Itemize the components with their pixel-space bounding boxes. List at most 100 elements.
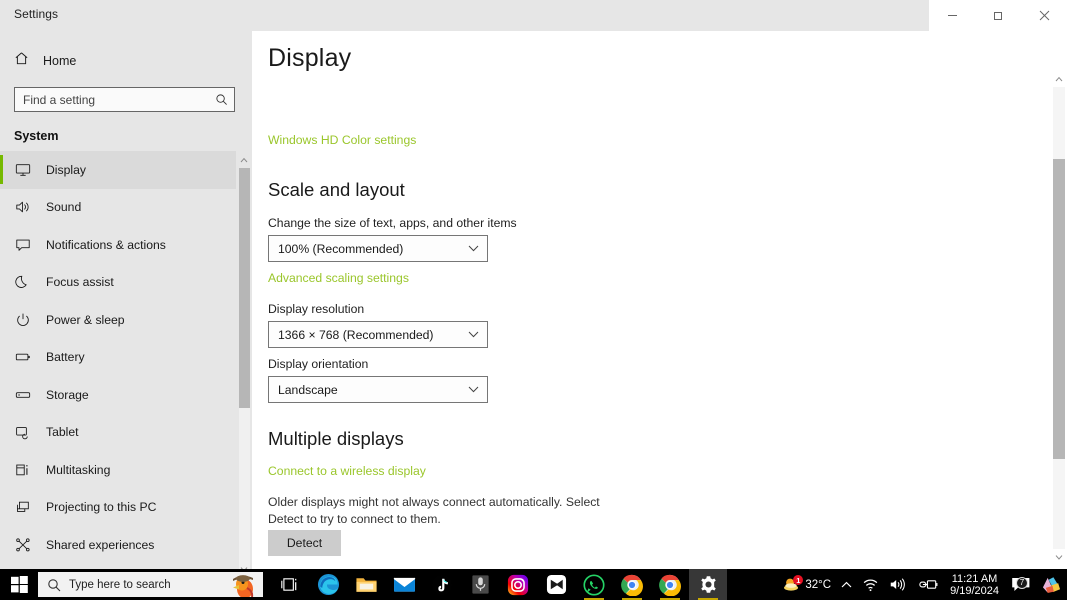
minimize-button[interactable]: [929, 0, 975, 31]
resolution-label: Display resolution: [268, 302, 365, 316]
scale-and-layout-heading: Scale and layout: [268, 179, 405, 200]
close-button[interactable]: [1021, 0, 1067, 31]
multiple-displays-heading: Multiple displays: [268, 428, 404, 449]
taskbar-app-icons: [271, 569, 727, 600]
taskbar-chrome-icon[interactable]: [613, 569, 651, 600]
weather-icon: 1: [782, 575, 804, 593]
show-hidden-icons-button[interactable]: [836, 569, 857, 600]
system-tray: 1 32°C 11:21 AM 9/19/2024 7: [777, 569, 1067, 600]
moon-icon: [14, 274, 32, 290]
weather-widget[interactable]: 1 32°C: [777, 569, 836, 600]
chevron-down-icon: [468, 331, 487, 338]
taskbar-tiktok-icon[interactable]: [423, 569, 461, 600]
notification-center-button[interactable]: 7: [1006, 569, 1036, 600]
sidebar-item-display[interactable]: Display: [0, 151, 252, 189]
taskbar-capcut-icon[interactable]: [537, 569, 575, 600]
sidebar-item-label: Multitasking: [46, 462, 111, 477]
taskbar-task-view-button[interactable]: [271, 569, 309, 600]
sidebar-item-focus-assist[interactable]: Focus assist: [0, 264, 252, 302]
main-scroll-thumb[interactable]: [1053, 159, 1065, 459]
sidebar-item-label: Tablet: [46, 425, 79, 440]
taskbar-voice-recorder-icon[interactable]: [461, 569, 499, 600]
scroll-up-icon[interactable]: [1051, 71, 1067, 87]
sidebar-scroll-thumb[interactable]: [239, 168, 250, 408]
action-center-color-icon[interactable]: [1036, 569, 1067, 600]
scroll-down-icon[interactable]: [1051, 549, 1067, 565]
page-title: Display: [268, 44, 362, 73]
chevron-down-icon: [468, 245, 487, 252]
sidebar-nav-list: Display Sound Notifications & actions Fo…: [0, 151, 252, 564]
scale-value: 100% (Recommended): [278, 241, 404, 256]
clock-date: 9/19/2024: [950, 584, 999, 597]
sidebar-item-storage[interactable]: Storage: [0, 376, 252, 414]
battery-icon: [14, 349, 32, 365]
title-bar: Settings: [0, 0, 1067, 31]
sidebar-item-label: Notifications & actions: [46, 237, 166, 252]
sidebar-item-projecting[interactable]: Projecting to this PC: [0, 489, 252, 527]
taskbar: Type here to search 1 32°C 11:21 AM 9/19…: [0, 569, 1067, 600]
window-title: Settings: [14, 7, 59, 21]
taskbar-search-box[interactable]: Type here to search: [38, 572, 263, 597]
taskbar-edge-icon[interactable]: [309, 569, 347, 600]
taskbar-search-placeholder: Type here to search: [69, 578, 171, 591]
share-icon: [14, 537, 32, 553]
taskbar-chrome-2-icon[interactable]: [651, 569, 689, 600]
sidebar-item-tablet[interactable]: Tablet: [0, 414, 252, 452]
sidebar-category-title: System: [14, 129, 59, 143]
tablet-icon: [14, 424, 32, 440]
taskbar-mail-icon[interactable]: [385, 569, 423, 600]
notification-count-badge: 7: [1016, 576, 1028, 589]
speaker-icon: [14, 199, 32, 215]
taskbar-settings-icon[interactable]: [689, 569, 727, 600]
detect-button[interactable]: Detect: [268, 530, 341, 556]
sidebar-item-home[interactable]: Home: [0, 46, 252, 76]
start-button[interactable]: [0, 569, 38, 600]
clock[interactable]: 11:21 AM 9/19/2024: [943, 569, 1006, 600]
advanced-scaling-settings-link[interactable]: Advanced scaling settings: [268, 271, 409, 285]
power-icon: [14, 312, 32, 328]
resolution-value: 1366 × 768 (Recommended): [278, 327, 434, 342]
sidebar-item-power-sleep[interactable]: Power & sleep: [0, 301, 252, 339]
settings-search-placeholder: Find a setting: [23, 92, 96, 107]
sidebar-item-multitasking[interactable]: Multitasking: [0, 451, 252, 489]
settings-window: Settings Home Find a setting System Disp…: [0, 0, 1067, 600]
sidebar-scrollbar[interactable]: [236, 31, 252, 585]
battery-icon[interactable]: [911, 569, 943, 600]
taskbar-file-explorer-icon[interactable]: [347, 569, 385, 600]
volume-icon[interactable]: [884, 569, 911, 600]
search-mascot-icon: [227, 572, 261, 597]
sidebar-item-label: Display: [46, 162, 86, 177]
chevron-down-icon: [468, 386, 487, 393]
monitor-icon: [14, 162, 32, 178]
network-icon[interactable]: [857, 569, 884, 600]
windows-hd-color-settings-link[interactable]: Windows HD Color settings: [268, 133, 416, 147]
scale-dropdown[interactable]: 100% (Recommended): [268, 235, 488, 262]
resolution-dropdown[interactable]: 1366 × 768 (Recommended): [268, 321, 488, 348]
clock-time: 11:21 AM: [951, 572, 998, 585]
scroll-up-icon[interactable]: [236, 152, 252, 168]
settings-search-box[interactable]: Find a setting: [14, 87, 235, 112]
notification-icon: 7: [1011, 576, 1031, 594]
connect-wireless-display-link[interactable]: Connect to a wireless display: [268, 464, 426, 478]
sidebar-item-label: Battery: [46, 350, 85, 365]
sidebar-item-label: Shared experiences: [46, 537, 155, 552]
sidebar-item-notifications[interactable]: Notifications & actions: [0, 226, 252, 264]
orientation-value: Landscape: [278, 382, 338, 397]
home-icon: [14, 51, 29, 71]
sidebar-item-label: Power & sleep: [46, 312, 125, 327]
window-controls: [929, 0, 1067, 31]
main-content: Get a brighter and more vibrant picture …: [252, 31, 1067, 585]
sidebar-item-label: Projecting to this PC: [46, 500, 157, 515]
sidebar-item-battery[interactable]: Battery: [0, 339, 252, 377]
restore-button[interactable]: [975, 0, 1021, 31]
orientation-dropdown[interactable]: Landscape: [268, 376, 488, 403]
taskbar-instagram-icon[interactable]: [499, 569, 537, 600]
detect-description: Older displays might not always connect …: [268, 495, 600, 526]
sidebar-item-label: Storage: [46, 387, 89, 402]
taskbar-whatsapp-icon[interactable]: [575, 569, 613, 600]
main-scrollbar[interactable]: [1051, 31, 1067, 585]
sidebar-item-label: Sound: [46, 200, 82, 215]
sidebar-item-sound[interactable]: Sound: [0, 189, 252, 227]
sidebar-item-shared-experiences[interactable]: Shared experiences: [0, 526, 252, 564]
orientation-label: Display orientation: [268, 357, 369, 371]
